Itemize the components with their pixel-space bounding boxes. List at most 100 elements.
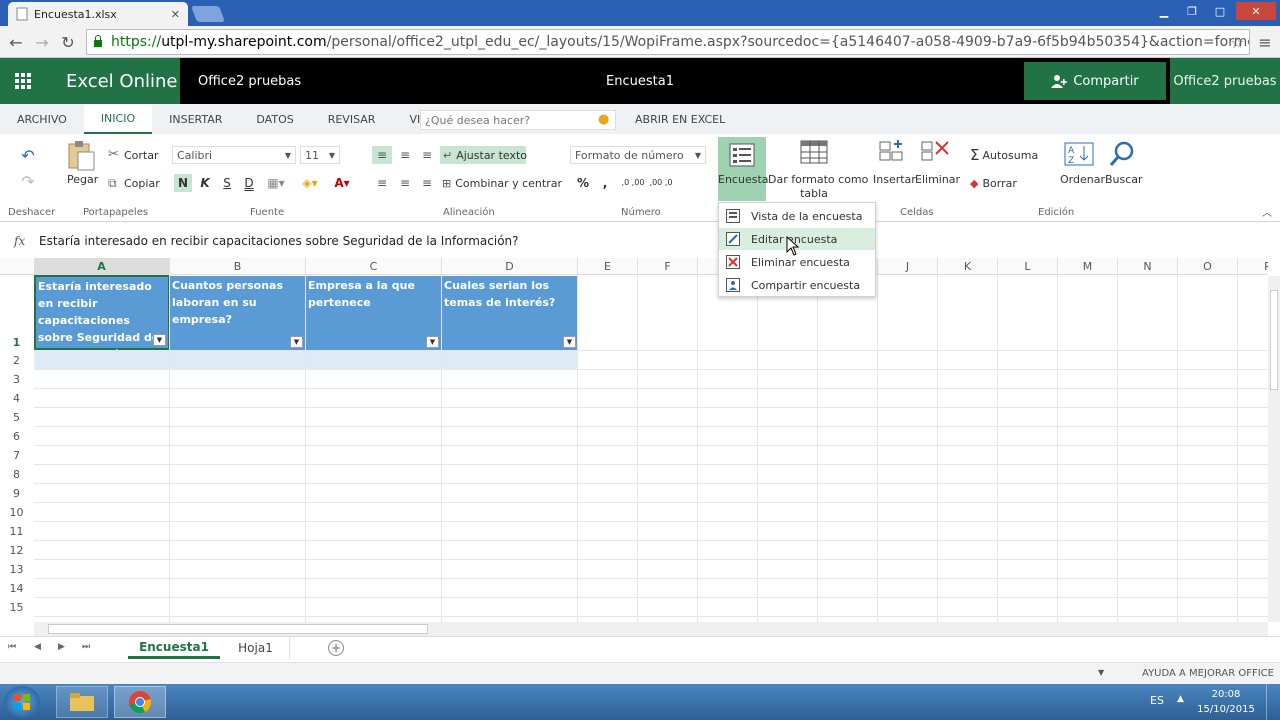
insert-cells-icon[interactable] — [878, 140, 906, 168]
bold-button[interactable]: N — [174, 174, 192, 192]
back-icon[interactable]: ← — [6, 32, 26, 52]
filter-dropdown-icon[interactable]: ▼ — [290, 336, 303, 348]
start-button[interactable] — [4, 686, 40, 718]
reload-icon[interactable]: ↻ — [58, 32, 78, 52]
align-right-icon[interactable]: ≡ — [417, 174, 437, 192]
row-header-3[interactable]: 3 — [0, 370, 33, 389]
row-header-7[interactable]: 7 — [0, 446, 33, 465]
copy-button[interactable]: Copiar — [124, 177, 160, 190]
column-header-e[interactable]: E — [578, 258, 638, 274]
align-left-icon[interactable]: ≡ — [372, 174, 392, 192]
formula-input[interactable]: Estaría interesado en recibir capacitaci… — [39, 234, 519, 248]
filter-dropdown-icon[interactable]: ▼ — [426, 336, 439, 348]
align-top-icon[interactable]: ≡ — [372, 146, 392, 164]
header-cell-a1[interactable]: Estaría interesado en recibir capacitaci… — [34, 275, 170, 361]
menu-item-view-survey[interactable]: Vista de la encuesta — [719, 205, 875, 227]
minimize-icon[interactable]: ▁ — [1152, 2, 1176, 20]
close-window-icon[interactable]: ✕ — [1236, 2, 1276, 20]
borders-icon[interactable]: ▦▾ — [264, 174, 288, 192]
column-header-p[interactable]: P — [1238, 258, 1268, 274]
column-header-n[interactable]: N — [1118, 258, 1178, 274]
tab-archivo[interactable]: ARCHIVO — [0, 104, 84, 134]
autosum-button[interactable]: Σ Autosuma — [970, 146, 1038, 164]
add-sheet-icon[interactable]: + — [328, 640, 344, 656]
next-sheet-icon[interactable]: ▶ — [58, 642, 65, 652]
font-size-select[interactable]: 11 ▼ — [300, 146, 340, 164]
fill-color-icon[interactable]: ◈▾ — [298, 174, 322, 192]
row-header-14[interactable]: 14 — [0, 579, 33, 598]
row-header-8[interactable]: 8 — [0, 465, 33, 484]
explorer-taskbar-button[interactable] — [56, 686, 108, 718]
horizontal-scroll-thumb[interactable] — [48, 624, 428, 634]
table-row-2[interactable] — [34, 351, 578, 369]
feedback-link[interactable]: AYUDA A MEJORAR OFFICE — [1142, 668, 1274, 679]
menu-item-share-survey[interactable]: Compartir encuesta — [719, 274, 875, 296]
align-middle-icon[interactable]: ≡ — [395, 146, 415, 164]
row-header-15[interactable]: 15 — [0, 598, 33, 617]
number-format-select[interactable]: Formato de número ▼ — [570, 146, 706, 164]
collapse-ribbon-icon[interactable]: ︿ — [1262, 204, 1272, 219]
cut-button[interactable]: Cortar — [124, 149, 159, 162]
align-center-icon[interactable]: ≡ — [395, 174, 415, 192]
italic-button[interactable]: K — [196, 174, 214, 192]
new-tab-button[interactable] — [191, 6, 225, 22]
tab-insertar[interactable]: INSERTAR — [152, 104, 239, 134]
row-header-5[interactable]: 5 — [0, 408, 33, 427]
percent-button[interactable]: % — [574, 174, 592, 192]
forward-icon[interactable]: → — [32, 32, 52, 52]
wrap-text-button[interactable]: ↵ Ajustar texto — [440, 146, 527, 164]
vertical-scrollbar[interactable] — [1268, 276, 1280, 622]
redo-icon[interactable]: ↷ — [18, 172, 38, 191]
delete-button[interactable]: Eliminar — [915, 173, 960, 186]
browser-menu-icon[interactable]: ≡ — [1256, 32, 1274, 52]
show-desktop-button[interactable] — [1266, 684, 1280, 720]
sort-button[interactable]: Ordenar — [1060, 173, 1105, 186]
row-header-9[interactable]: 9 — [0, 484, 33, 503]
header-cell-b1[interactable]: Cuantos personas laboran en su empresa? … — [170, 276, 306, 350]
open-in-excel-button[interactable]: ABRIR EN EXCEL — [618, 104, 742, 134]
location-link[interactable]: Office2 pruebas — [198, 58, 301, 104]
column-header-f[interactable]: F — [638, 258, 698, 274]
double-underline-button[interactable]: D — [240, 174, 258, 192]
user-name[interactable]: Office2 pruebas — [1170, 58, 1280, 104]
font-color-icon[interactable]: A▾ — [330, 174, 354, 192]
merge-center-button[interactable]: ⊞ Combinar y centrar — [442, 174, 562, 192]
tab-inicio[interactable]: INICIO — [83, 104, 153, 134]
maximize-icon[interactable]: □ — [1208, 2, 1232, 20]
column-header-k[interactable]: K — [938, 258, 998, 274]
address-bar[interactable]: https://utpl-my.sharepoint.com/personal/… — [86, 29, 1250, 55]
clock[interactable]: 20:08 15/10/2015 — [1196, 687, 1256, 717]
app-name[interactable]: Excel Online — [46, 58, 180, 104]
row-header-4[interactable]: 4 — [0, 389, 33, 408]
paste-icon[interactable] — [66, 140, 96, 172]
first-sheet-icon[interactable]: ⏮ — [8, 642, 16, 652]
language-indicator[interactable]: ES — [1150, 694, 1164, 707]
increase-decimal-button[interactable]: ,0 ,00 — [620, 174, 646, 192]
row-header-2[interactable]: 2 — [0, 351, 33, 370]
row-header-6[interactable]: 6 — [0, 427, 33, 446]
vertical-scroll-thumb[interactable] — [1270, 290, 1278, 390]
chrome-taskbar-button[interactable] — [114, 686, 166, 718]
column-header-b[interactable]: B — [170, 258, 306, 274]
share-button[interactable]: Compartir — [1024, 62, 1166, 100]
app-launcher-icon[interactable] — [0, 58, 46, 104]
horizontal-scrollbar[interactable] — [34, 622, 1268, 636]
column-header-j[interactable]: J — [878, 258, 938, 274]
search-icon[interactable] — [1108, 140, 1136, 168]
format-table-icon[interactable] — [800, 140, 828, 166]
row-header-11[interactable]: 11 — [0, 522, 33, 541]
browser-tab[interactable]: Encuesta1.xlsx ✕ — [8, 2, 188, 26]
column-header-c[interactable]: C — [306, 258, 442, 274]
close-tab-icon[interactable]: ✕ — [171, 8, 180, 21]
row-header-10[interactable]: 10 — [0, 503, 33, 522]
font-name-select[interactable]: Calibri ▼ — [172, 146, 296, 164]
sheet-tab-encuesta1[interactable]: Encuesta1 — [128, 637, 220, 659]
column-header-d[interactable]: D — [442, 258, 578, 274]
column-header-o[interactable]: O — [1178, 258, 1238, 274]
insert-button[interactable]: Insertar — [873, 173, 916, 186]
tell-me-input[interactable]: ¿Qué desea hacer? — [420, 110, 616, 130]
comma-button[interactable]: , — [598, 174, 612, 192]
sheet-tab-hoja1[interactable]: Hoja1 — [222, 637, 290, 659]
survey-button[interactable]: Encuesta — [718, 137, 769, 201]
tab-datos[interactable]: DATOS — [239, 104, 310, 134]
